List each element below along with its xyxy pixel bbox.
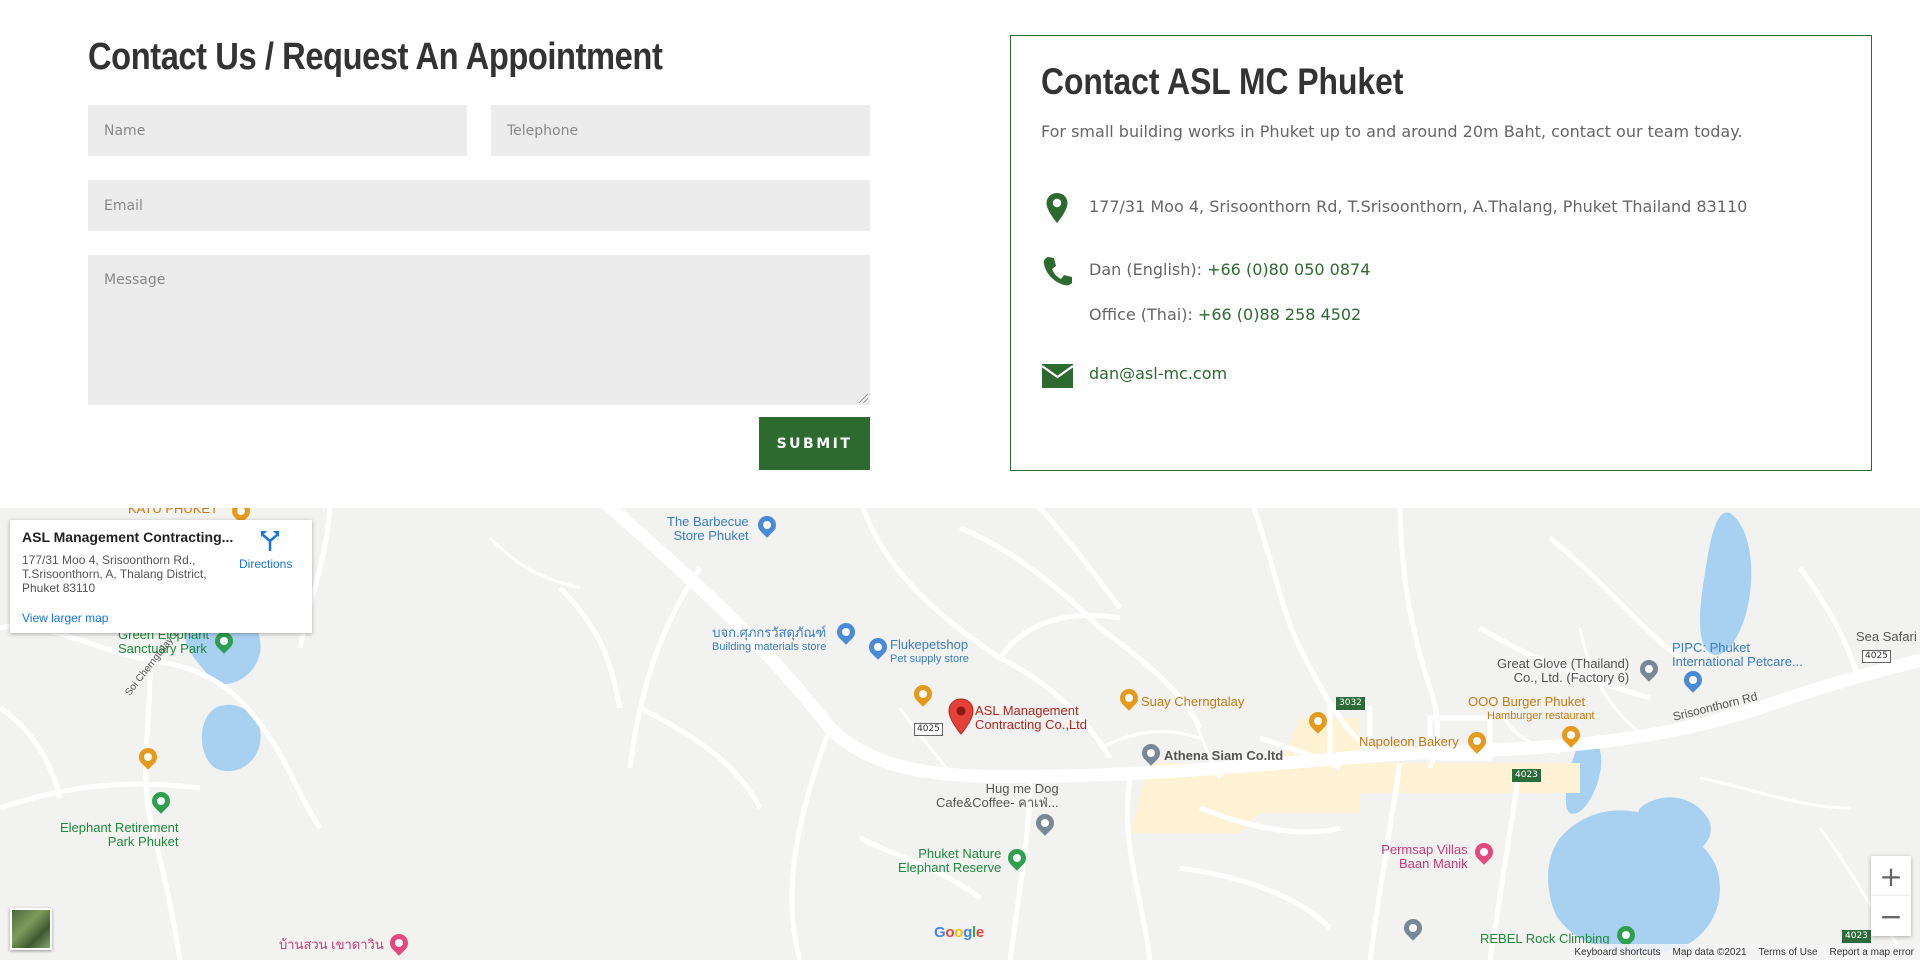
map-data-text: Map data ©2021	[1672, 946, 1747, 958]
satellite-toggle-button[interactable]	[10, 908, 52, 950]
contact-box-title: Contact ASL MC Phuket	[1041, 61, 1404, 102]
map-label-ooo-burger[interactable]: OOO Burger Phuket Hamburger restaurant	[1468, 695, 1595, 723]
route-4025-shield: 4025	[1862, 650, 1891, 663]
office-label: Office (Thai):	[1089, 305, 1198, 324]
map-attribution-bar: Keyboard shortcuts Map data ©2021 Terms …	[1568, 944, 1920, 960]
contact-box-description: For small building works in Phuket up to…	[1041, 122, 1743, 141]
map-label-hug-me-dog[interactable]: Hug me Dog Cafe&Coffee- คาเฟ่...	[936, 782, 1059, 810]
zoom-out-button[interactable]: −	[1871, 896, 1911, 936]
map-label-napoleon[interactable]: Napoleon Bakery	[1359, 735, 1459, 749]
map-label-athena[interactable]: Athena Siam Co.ltd	[1164, 749, 1283, 763]
directions-link[interactable]: Directions	[239, 557, 292, 571]
map-label-suay[interactable]: Suay Cherngtalay	[1141, 695, 1244, 709]
keyboard-shortcuts-link[interactable]: Keyboard shortcuts	[1574, 947, 1660, 958]
map-label-sea-safari[interactable]: Sea Safari	[1856, 630, 1917, 644]
google-logo: Google	[934, 924, 984, 941]
terms-of-use-link[interactable]: Terms of Use	[1759, 947, 1818, 958]
message-placeholder: Message	[104, 272, 166, 288]
phone-icon	[1043, 257, 1072, 286]
map-label-flukepetshop[interactable]: Flukepetshop Pet supply store	[890, 638, 969, 666]
route-4023-shield: 4023	[1512, 769, 1541, 782]
contact-info-box: Contact ASL MC Phuket For small building…	[1010, 35, 1872, 471]
resize-handle-icon[interactable]	[859, 394, 868, 403]
submit-button[interactable]: SUBMIT	[759, 417, 870, 470]
asl-location-marker-icon[interactable]	[948, 698, 974, 736]
map-label-great-glove[interactable]: Great Glove (Thailand) Co., Ltd. (Factory…	[1497, 657, 1629, 685]
dan-phone-link[interactable]: +66 (0)80 050 0874	[1207, 260, 1370, 279]
telephone-input[interactable]: Telephone	[491, 105, 870, 156]
map-label-bbq[interactable]: The Barbecue Store Phuket	[667, 515, 749, 543]
map-place-card: ASL Management Contracting... 177/31 Moo…	[10, 520, 312, 633]
place-name: ASL Management Contracting...	[22, 529, 234, 545]
page-bottom-strip	[0, 960, 1920, 966]
place-address: 177/31 Moo 4, Srisoonthorn Rd., T.Srisoo…	[22, 553, 207, 595]
email-link[interactable]: dan@asl-mc.com	[1089, 364, 1227, 383]
report-map-error-link[interactable]: Report a map error	[1830, 947, 1914, 958]
form-title: Contact Us / Request An Appointment	[88, 36, 663, 78]
message-textarea[interactable]: Message	[88, 255, 870, 405]
map-pin-icon	[1046, 193, 1068, 223]
view-larger-map-link[interactable]: View larger map	[22, 611, 108, 625]
email-input[interactable]: Email	[88, 180, 870, 231]
google-map[interactable]: 4025 4025 3032 4023 4023 KATU PHUKET The…	[0, 508, 1920, 960]
route-4025-shield: 4025	[914, 723, 943, 736]
office-phone-link[interactable]: +66 (0)88 258 4502	[1198, 305, 1361, 324]
map-label-katu[interactable]: KATU PHUKET	[128, 508, 218, 516]
map-label-pipc[interactable]: PIPC: Phuket International Petcare...	[1672, 641, 1803, 669]
envelope-icon	[1041, 364, 1073, 388]
map-label-elephant-retirement[interactable]: Elephant Retirement Park Phuket	[60, 821, 179, 849]
map-label-baan-suan[interactable]: บ้านสวน เขาดาวิน	[279, 938, 384, 952]
dan-label: Dan (English):	[1089, 260, 1208, 279]
name-input[interactable]: Name	[88, 105, 467, 156]
route-4023-shield: 4023	[1842, 930, 1871, 943]
route-3032-shield: 3032	[1336, 697, 1365, 710]
address-text: 177/31 Moo 4, Srisoonthorn Rd, T.Srisoon…	[1089, 197, 1748, 216]
map-label-asl[interactable]: ASL Management Contracting Co.,Ltd	[975, 704, 1087, 732]
map-label-building-store[interactable]: บจก.ศุภกรวัสดุภัณฑ์ Building materials s…	[712, 626, 826, 654]
contact-section: Contact Us / Request An Appointment Name…	[0, 0, 1920, 508]
directions-icon[interactable]	[257, 530, 283, 552]
map-label-nature-reserve[interactable]: Phuket Nature Elephant Reserve	[898, 847, 1001, 875]
zoom-in-button[interactable]: +	[1871, 856, 1911, 896]
map-label-permsap[interactable]: Permsap Villas Baan Manik	[1379, 843, 1467, 871]
